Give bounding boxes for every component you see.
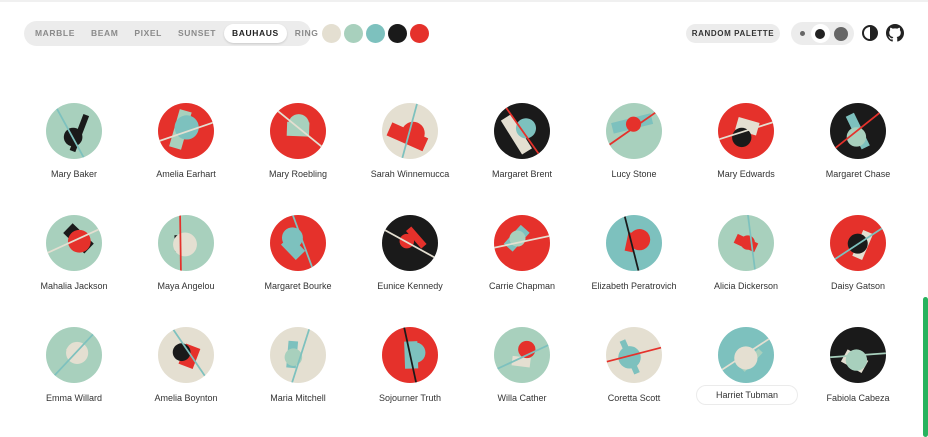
avatar-name: Carrie Chapman [488, 281, 556, 291]
avatar-name: Lucy Stone [611, 169, 657, 179]
variant-tabs: MARBLE BEAM PIXEL SUNSET BAUHAUS RING [24, 21, 318, 46]
avatar-name: Maya Angelou [157, 281, 215, 291]
avatar-name: Coretta Scott [607, 393, 661, 403]
avatar-icon [606, 103, 662, 159]
avatar-icon [494, 215, 550, 271]
avatar-card[interactable]: Coretta Scott [578, 324, 690, 434]
avatar-card[interactable]: Elizabeth Peratrovich [578, 212, 690, 322]
palette-swatch[interactable] [366, 24, 385, 43]
scrollbar[interactable] [923, 297, 928, 437]
avatar-name: Elizabeth Peratrovich [591, 281, 677, 291]
contrast-icon[interactable] [861, 24, 879, 42]
avatar-card[interactable]: Eunice Kennedy [354, 212, 466, 322]
avatar-card[interactable]: Fabiola Cabeza [802, 324, 914, 434]
avatar-icon [46, 215, 102, 271]
avatar-name: Mary Roebling [268, 169, 328, 179]
size-small-option[interactable] [796, 28, 808, 40]
tab-sunset[interactable]: SUNSET [170, 24, 224, 43]
avatar-card[interactable]: Sarah Winnemucca [354, 100, 466, 210]
avatar-name: Fabiola Cabeza [826, 393, 890, 403]
avatar-name: Alicia Dickerson [713, 281, 779, 291]
avatar-icon [270, 327, 326, 383]
avatar-icon [382, 327, 438, 383]
avatar-name: Margaret Chase [825, 169, 891, 179]
avatar-icon [158, 215, 214, 271]
avatar-name: Emma Willard [45, 393, 102, 403]
avatar-card[interactable]: Margaret Brent [466, 100, 578, 210]
avatar-name: Harriet Tubman [696, 385, 798, 405]
avatar-card[interactable]: Harriet Tubman [690, 324, 802, 434]
avatar-card[interactable]: Mary Edwards [690, 100, 802, 210]
size-large-option[interactable] [833, 26, 849, 42]
avatar-card[interactable]: Maria Mitchell [242, 324, 354, 434]
avatar-icon [158, 327, 214, 383]
avatar-icon [46, 103, 102, 159]
tab-bauhaus[interactable]: BAUHAUS [224, 24, 287, 43]
avatar-card[interactable]: Amelia Earhart [130, 100, 242, 210]
avatar-name: Mahalia Jackson [40, 281, 108, 291]
avatar-card[interactable]: Maya Angelou [130, 212, 242, 322]
avatar-name: Sarah Winnemucca [370, 169, 450, 179]
tab-beam[interactable]: BEAM [83, 24, 126, 43]
tab-pixel[interactable]: PIXEL [126, 24, 170, 43]
avatar-icon [718, 103, 774, 159]
avatar-name: Amelia Earhart [156, 169, 216, 179]
avatar-icon [494, 103, 550, 159]
avatar-name: Maria Mitchell [270, 393, 326, 403]
avatar-icon [718, 215, 774, 271]
avatar-card[interactable]: Mary Roebling [242, 100, 354, 210]
avatar-name: Amelia Boynton [154, 393, 218, 403]
avatar-icon [270, 103, 326, 159]
avatar-name: Mary Baker [50, 169, 97, 179]
avatar-icon [830, 327, 886, 383]
avatar-name: Sojourner Truth [378, 393, 442, 403]
avatar-icon [830, 215, 886, 271]
avatar-name: Willa Cather [497, 393, 547, 403]
avatar-name: Margaret Bourke [264, 281, 332, 291]
avatar-card[interactable]: Amelia Boynton [130, 324, 242, 434]
avatar-icon [606, 327, 662, 383]
palette-swatches [322, 24, 429, 43]
avatar-icon [46, 327, 102, 383]
random-palette-button[interactable]: RANDOM PALETTE [686, 24, 780, 43]
github-icon[interactable] [886, 24, 904, 42]
avatar-icon [270, 215, 326, 271]
avatar-card[interactable]: Willa Cather [466, 324, 578, 434]
avatar-name: Margaret Brent [491, 169, 553, 179]
avatar-card[interactable]: Mahalia Jackson [18, 212, 130, 322]
avatar-name: Mary Edwards [717, 169, 775, 179]
palette-swatch[interactable] [410, 24, 429, 43]
avatar-icon [494, 327, 550, 383]
avatar-icon [382, 215, 438, 271]
palette-swatch[interactable] [322, 24, 341, 43]
avatar-icon [606, 215, 662, 271]
avatar-card[interactable]: Alicia Dickerson [690, 212, 802, 322]
size-medium-option[interactable] [810, 24, 830, 43]
avatar-icon [718, 327, 774, 383]
avatar-card[interactable]: Daisy Gatson [802, 212, 914, 322]
tab-marble[interactable]: MARBLE [27, 24, 83, 43]
avatar-card[interactable]: Margaret Chase [802, 100, 914, 210]
palette-swatch[interactable] [344, 24, 363, 43]
palette-swatch[interactable] [388, 24, 407, 43]
avatar-icon [382, 103, 438, 159]
top-border [0, 0, 928, 2]
avatar-card[interactable]: Lucy Stone [578, 100, 690, 210]
size-toggle [791, 22, 854, 45]
avatar-icon [830, 103, 886, 159]
avatar-card[interactable]: Margaret Bourke [242, 212, 354, 322]
avatar-icon [158, 103, 214, 159]
avatar-name: Daisy Gatson [830, 281, 886, 291]
avatar-card[interactable]: Emma Willard [18, 324, 130, 434]
avatar-card[interactable]: Carrie Chapman [466, 212, 578, 322]
avatar-card[interactable]: Sojourner Truth [354, 324, 466, 434]
avatar-name: Eunice Kennedy [377, 281, 443, 291]
avatar-card[interactable]: Mary Baker [18, 100, 130, 210]
tab-ring[interactable]: RING [287, 24, 327, 43]
